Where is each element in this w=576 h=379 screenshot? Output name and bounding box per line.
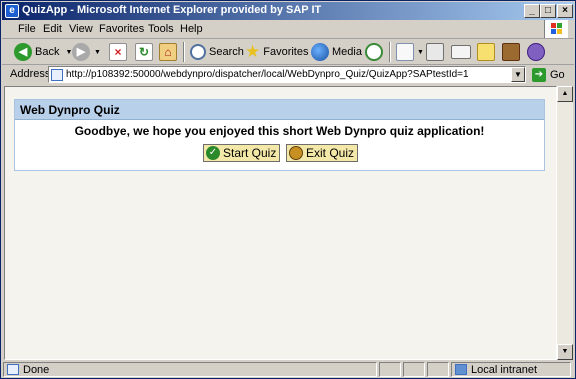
title-bar: e QuizApp - Microsoft Internet Explorer … [2,2,574,20]
stop-button[interactable]: × [109,42,127,62]
search-button[interactable]: Search [190,42,244,62]
search-icon [190,44,206,60]
start-quiz-label: Start Quiz [223,146,277,160]
maximize-button[interactable]: □ [540,4,556,18]
intranet-icon [455,364,467,375]
exit-quiz-button[interactable]: Exit Quiz [286,144,359,162]
address-input[interactable]: http://p108392:50000/webdynpro/dispatche… [48,66,526,83]
minimize-button[interactable]: _ [524,4,540,18]
messenger-icon [527,43,545,61]
zone-text: Local intranet [471,364,538,376]
stop-icon: × [109,43,127,61]
go-label: Go [550,68,565,81]
menu-edit[interactable]: Edit [43,23,62,35]
scroll-up-icon[interactable]: ▲ [557,86,573,102]
start-check-icon: ✓ [206,146,220,160]
close-button[interactable]: × [557,4,573,18]
star-icon: ★ [245,42,261,61]
exit-quiz-label: Exit Quiz [306,146,355,160]
quiz-tray: Web Dynpro Quiz Goodbye, we hope you enj… [14,99,545,171]
address-label: Address [10,68,51,80]
toolbar-separator [389,42,391,62]
history-clock-icon [365,43,383,61]
address-bar: Address http://p108392:50000/webdynpro/d… [2,65,574,84]
status-main-pane: Done [3,362,377,377]
messenger-button[interactable] [527,42,545,62]
forward-dropdown-icon[interactable]: ▼ [94,49,101,56]
address-url[interactable]: http://p108392:50000/webdynpro/dispatche… [66,69,516,80]
discuss-button[interactable] [477,42,495,62]
research-button[interactable] [502,42,520,62]
favorites-button[interactable]: ★ Favorites [245,42,309,62]
menu-file[interactable]: File [18,23,36,35]
toolbar: ◀ Back ▼ ▶ ▼ × ↻ ⌂ Search ★ Favorites Me… [2,39,574,65]
research-books-icon [502,43,520,61]
search-label: Search [209,46,244,58]
menu-tools[interactable]: Tools [148,23,174,35]
status-pane [379,362,401,377]
history-button[interactable] [365,42,383,62]
goodbye-message: Goodbye, we hope you enjoyed this short … [74,124,485,138]
menu-view[interactable]: View [69,23,93,35]
media-label: Media [332,46,362,58]
mail-button[interactable]: ▼ [396,42,424,62]
security-zone-pane: Local intranet [451,362,571,377]
exit-icon [289,146,303,160]
ie-icon: e [5,4,19,18]
mail-dropdown-icon[interactable]: ▼ [417,49,424,56]
forward-button[interactable]: ▶ ▼ [72,42,101,62]
tray-title: Web Dynpro Quiz [15,100,544,120]
media-button[interactable]: Media [311,42,362,62]
print-button[interactable] [426,42,444,62]
menu-bar: File Edit View Favorites Tools Help [2,20,574,39]
menu-favorites[interactable]: Favorites [99,23,144,35]
mail-icon [396,43,414,61]
browser-window: e QuizApp - Microsoft Internet Explorer … [0,0,576,379]
scroll-down-icon[interactable]: ▼ [557,344,573,360]
page-content: Web Dynpro Quiz Goodbye, we hope you enj… [4,86,557,360]
home-button[interactable]: ⌂ [159,42,177,62]
start-quiz-button[interactable]: ✓ Start Quiz [203,144,281,162]
media-globe-icon [311,43,329,61]
status-bar: Done Local intranet [2,361,574,378]
refresh-icon: ↻ [135,43,153,61]
address-dropdown-icon[interactable]: ▼ [511,67,525,82]
favorites-label: Favorites [263,46,309,58]
forward-arrow-icon: ▶ [72,43,90,61]
status-page-icon [7,364,19,375]
status-pane [403,362,425,377]
go-arrow-icon: ➔ [532,67,546,82]
refresh-button[interactable]: ↻ [135,42,153,62]
back-arrow-icon: ◀ [14,43,32,61]
status-text: Done [23,364,50,376]
vertical-scrollbar[interactable]: ▲ ▼ [557,86,573,360]
toolbar-separator [183,42,185,62]
status-pane [427,362,449,377]
back-label: Back [35,46,60,58]
windows-logo-icon [544,20,568,38]
back-button[interactable]: ◀ Back ▼ [14,42,72,62]
window-title: QuizApp - Microsoft Internet Explorer pr… [22,4,322,16]
edit-page-icon [451,45,471,59]
home-icon: ⌂ [159,43,177,61]
discuss-note-icon [477,43,495,61]
go-button[interactable]: ➔ Go [532,66,565,83]
print-icon [426,43,444,61]
page-icon [51,69,63,81]
menu-help[interactable]: Help [180,23,203,35]
edit-button[interactable] [451,42,471,62]
